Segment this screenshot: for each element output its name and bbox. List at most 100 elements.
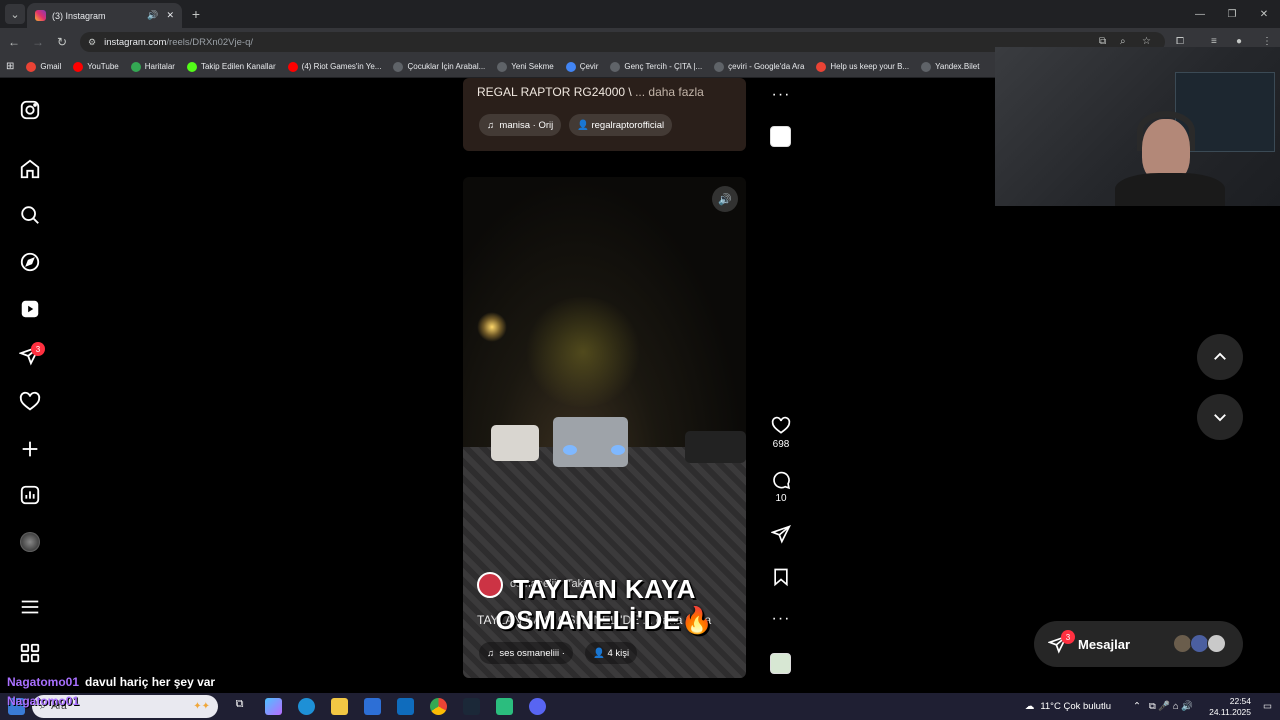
- bookmark-label: Yeni Sekme: [511, 62, 554, 71]
- bookmark-favicon-icon: [26, 61, 37, 72]
- menu-icon[interactable]: [19, 596, 41, 618]
- tagged-user-pill[interactable]: 👤 regalraptorofficial: [569, 114, 673, 136]
- new-tab-button[interactable]: +: [186, 4, 206, 24]
- bookmark-item[interactable]: çeviri - Google'da Ara: [714, 61, 804, 72]
- messages-button[interactable]: 3 Mesajlar: [1034, 621, 1243, 667]
- bookmark-favicon-icon: [610, 61, 621, 72]
- bookmark-label: Help us keep your B...: [830, 62, 910, 71]
- previous-reel[interactable]: REGAL RAPTOR RG24000 \ ... daha fazla ♫ …: [463, 78, 746, 151]
- like-button[interactable]: 698: [770, 416, 792, 450]
- site-info-icon[interactable]: ⚙: [88, 37, 96, 48]
- create-icon[interactable]: [19, 438, 41, 460]
- bookmark-item[interactable]: Yandex.Bilet: [921, 61, 979, 72]
- bookmark-item[interactable]: Haritalar: [130, 61, 175, 72]
- white-car: [491, 425, 539, 461]
- notification-icon[interactable]: ▭: [1263, 701, 1272, 712]
- profile-icon[interactable]: ●: [1236, 36, 1242, 47]
- system-tray: ☁ 11°C Çok bulutlu ⌃ ⧉ 🎤 ⌂ 🔊 22:54 24.11…: [1025, 693, 1280, 720]
- edge-icon[interactable]: [298, 698, 315, 715]
- streamer-body: [1115, 173, 1225, 206]
- mute-toggle-icon[interactable]: 🔊: [712, 186, 738, 212]
- tab-search-button[interactable]: ⌄: [5, 4, 25, 24]
- caption-text: REGAL RAPTOR RG24000 \: [477, 85, 632, 99]
- chat-message: Nagatomo01 davul hariç her şey var: [7, 675, 215, 689]
- chrome-icon[interactable]: [430, 698, 447, 715]
- search-icon[interactable]: [19, 204, 41, 226]
- message-avatar-3: [1207, 634, 1226, 653]
- bookmark-label: Haritalar: [144, 62, 175, 71]
- chevron-down-icon: [1214, 414, 1226, 422]
- reload-button[interactable]: ↻: [54, 34, 70, 50]
- audio-label: manisa · Orij: [499, 119, 554, 131]
- people-pill[interactable]: 👤 4 kişi: [585, 642, 638, 664]
- bookmark-item[interactable]: Yeni Sekme: [497, 61, 554, 72]
- copilot-icon[interactable]: [265, 698, 282, 715]
- browser-menu-icon[interactable]: ⋮: [1262, 36, 1272, 47]
- zoom-icon[interactable]: ⌕: [1120, 36, 1126, 47]
- bookmark-item[interactable]: Çocuklar İçin Arabal...: [393, 61, 485, 72]
- explore-icon[interactable]: [19, 251, 41, 273]
- like-count: 698: [772, 439, 790, 450]
- forward-button[interactable]: →: [30, 34, 46, 50]
- tray-icons[interactable]: ⧉ 🎤 ⌂ 🔊: [1149, 701, 1193, 712]
- media-controls-icon[interactable]: ≡: [1211, 36, 1217, 47]
- install-app-icon[interactable]: ⧉: [1099, 36, 1106, 47]
- tray-chevron-icon[interactable]: ⌃: [1133, 701, 1141, 712]
- restore-button[interactable]: ❐: [1216, 0, 1248, 28]
- audio-thumbnail[interactable]: [770, 653, 791, 674]
- comment-button[interactable]: 10: [770, 470, 792, 504]
- bookmark-item[interactable]: YouTube: [73, 61, 119, 72]
- bookmark-item[interactable]: Gmail: [26, 61, 62, 72]
- dashboard-icon[interactable]: [19, 484, 41, 506]
- extensions-icon[interactable]: ⧠: [1176, 36, 1184, 47]
- overlay-title-line2: OSMANELİ'DE🔥: [495, 605, 714, 635]
- mail-icon[interactable]: [397, 698, 414, 715]
- bookmark-favicon-icon: [393, 61, 404, 72]
- task-view-icon[interactable]: ⧉: [231, 698, 248, 715]
- bookmark-item[interactable]: Takip Edilen Kanallar: [186, 61, 276, 72]
- messages-count-badge: 3: [1061, 630, 1075, 644]
- tree-glow: [523, 297, 643, 407]
- clock[interactable]: 22:54 24.11.2025: [1209, 696, 1251, 718]
- file-explorer-icon[interactable]: [331, 698, 348, 715]
- share-button[interactable]: [770, 524, 792, 544]
- audio-pill[interactable]: ♫ manisa · Orij: [479, 114, 562, 136]
- steam-icon[interactable]: [463, 698, 480, 715]
- discord-icon[interactable]: [529, 698, 546, 715]
- reels-icon[interactable]: [19, 298, 41, 320]
- back-button[interactable]: ←: [6, 34, 22, 50]
- bookmark-item[interactable]: (4) Riot Games'in Ye...: [287, 61, 382, 72]
- minimize-button[interactable]: —: [1184, 0, 1216, 28]
- home-icon[interactable]: [19, 158, 41, 180]
- weather-icon[interactable]: ☁: [1025, 701, 1035, 712]
- next-reel-button[interactable]: [1197, 394, 1243, 440]
- weather-text[interactable]: 11°C Çok bulutlu: [1040, 701, 1111, 712]
- bookmark-label: (4) Riot Games'in Ye...: [301, 62, 382, 71]
- previous-reel-button[interactable]: [1197, 334, 1243, 380]
- bookmark-item[interactable]: Çevir: [565, 61, 598, 72]
- bookmark-item[interactable]: Genç Tercih - ÇITA |...: [610, 61, 702, 72]
- bookmark-favicon-icon: [497, 61, 508, 72]
- store-icon[interactable]: [364, 698, 381, 715]
- apps-icon[interactable]: ⊞: [6, 61, 14, 72]
- tab-close-icon[interactable]: ✕: [166, 10, 174, 21]
- tab-instagram[interactable]: (3) Instagram 🔊 ✕: [27, 3, 182, 28]
- instagram-icon[interactable]: [19, 99, 41, 121]
- audio-pill[interactable]: ♫ ses osmaneliii ·: [479, 642, 573, 664]
- save-button[interactable]: [770, 567, 792, 587]
- heart-icon[interactable]: [19, 391, 41, 413]
- more-link[interactable]: ... daha fazla: [632, 85, 704, 99]
- close-window-button[interactable]: ✕: [1248, 0, 1280, 28]
- more-options-icon[interactable]: ···: [770, 610, 792, 628]
- speaker-icon[interactable]: 🔊: [147, 10, 158, 21]
- url-host: instagram.com: [104, 36, 167, 48]
- profile-avatar[interactable]: [19, 531, 41, 553]
- reel1-audio-thumbnail[interactable]: [770, 126, 791, 147]
- more-apps-icon[interactable]: [19, 642, 41, 664]
- reel1-more-icon[interactable]: ···: [770, 86, 792, 104]
- bookmark-label: Gmail: [40, 62, 62, 71]
- bookmark-star-icon[interactable]: ☆: [1142, 36, 1151, 47]
- app-icon[interactable]: [496, 698, 513, 715]
- bookmark-item[interactable]: Help us keep your B...: [816, 61, 910, 72]
- current-reel-video[interactable]: 🔊 osmanelii · Takip et TAYLAN KAYA OSMAN…: [463, 177, 746, 678]
